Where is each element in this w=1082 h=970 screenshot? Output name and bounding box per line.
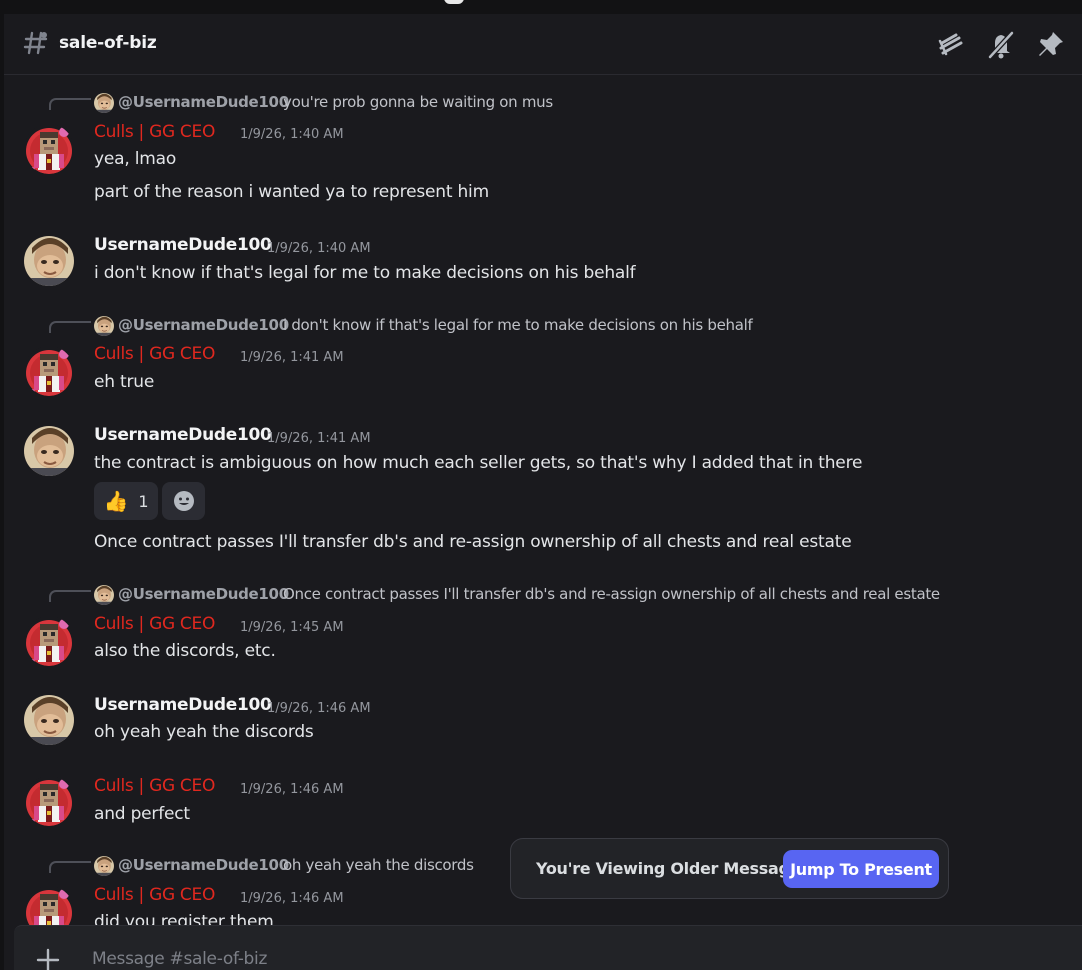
add-reaction-smiley-icon: [173, 491, 194, 511]
message-author[interactable]: Culls | GG CEO: [94, 122, 215, 142]
message-content: i don't know if that's legal for me to m…: [94, 263, 636, 283]
reply-spine: [49, 98, 91, 110]
avatar[interactable]: [24, 776, 74, 826]
message-timestamp: 1/9/26, 1:41 AM: [240, 350, 344, 365]
message-content: Once contract passes I'll transfer db's …: [94, 532, 852, 552]
message-input[interactable]: [92, 946, 692, 970]
avatar[interactable]: [24, 886, 74, 925]
reply-avatar: [94, 585, 114, 605]
reply-text[interactable]: you're prob gonna be waiting on mus: [283, 93, 553, 111]
reaction-count: 1: [138, 491, 149, 511]
reply-author[interactable]: @UsernameDude100: [118, 93, 289, 111]
add-attachment-plus-icon[interactable]: [36, 948, 60, 970]
message-timestamp: 1/9/26, 1:40 AM: [267, 241, 371, 256]
reply-spine: [49, 590, 91, 602]
older-messages-text: You're Viewing Older Messages: [536, 859, 810, 878]
window-grip: [444, 0, 464, 4]
reply-text[interactable]: i don't know if that's legal for me to m…: [283, 316, 753, 334]
avatar[interactable]: [24, 616, 74, 666]
message-timestamp: 1/9/26, 1:46 AM: [240, 782, 344, 797]
reply-text[interactable]: oh yeah yeah the discords: [283, 856, 474, 874]
reply-text[interactable]: Once contract passes I'll transfer db's …: [283, 585, 940, 603]
message-composer: [14, 925, 1082, 970]
message-content: did you register them: [94, 912, 274, 925]
reply-author[interactable]: @UsernameDude100: [118, 585, 289, 603]
message-author[interactable]: Culls | GG CEO: [94, 885, 215, 905]
message-content: and perfect: [94, 804, 190, 824]
message-author[interactable]: UsernameDude100: [94, 695, 272, 715]
message-content: oh yeah yeah the discords: [94, 722, 314, 742]
message-content: eh true: [94, 372, 155, 392]
message-content: the contract is ambiguous on how much ea…: [94, 453, 863, 473]
text-channel-hash-icon: [23, 31, 48, 55]
message-content: part of the reason i wanted ya to repres…: [94, 182, 489, 202]
message-timestamp: 1/9/26, 1:45 AM: [240, 620, 344, 635]
message-timestamp: 1/9/26, 1:40 AM: [240, 127, 344, 142]
message-timestamp: 1/9/26, 1:46 AM: [240, 891, 344, 906]
message-author[interactable]: Culls | GG CEO: [94, 776, 215, 796]
avatar[interactable]: [24, 695, 74, 745]
reply-spine: [49, 861, 91, 873]
thumbs-up-icon: 👍: [103, 489, 129, 513]
message-author[interactable]: Culls | GG CEO: [94, 344, 215, 364]
channel-header: sale-of-biz: [4, 14, 1082, 75]
mute-bell-icon[interactable]: [986, 29, 1016, 59]
message-author[interactable]: UsernameDude100: [94, 235, 272, 255]
reply-avatar: [94, 93, 114, 113]
message-list[interactable]: @UsernameDude100 you're prob gonna be wa…: [4, 76, 1082, 925]
threads-icon[interactable]: [936, 29, 966, 59]
channel-title: sale-of-biz: [59, 33, 157, 53]
message-content: yea, lmao: [94, 149, 177, 169]
message-timestamp: 1/9/26, 1:46 AM: [267, 701, 371, 716]
reply-author[interactable]: @UsernameDude100: [118, 316, 289, 334]
pin-icon[interactable]: [1036, 29, 1066, 59]
message-timestamp: 1/9/26, 1:41 AM: [267, 431, 371, 446]
reply-avatar: [94, 856, 114, 876]
older-messages-bar: You're Viewing Older Messages Jump To Pr…: [510, 838, 949, 899]
add-reaction-button[interactable]: [162, 482, 205, 520]
message-author[interactable]: Culls | GG CEO: [94, 614, 215, 634]
reply-spine: [49, 321, 91, 333]
reply-author[interactable]: @UsernameDude100: [118, 856, 289, 874]
avatar[interactable]: [24, 124, 74, 174]
reply-avatar: [94, 316, 114, 336]
jump-to-present-button[interactable]: Jump To Present: [783, 850, 939, 888]
message-author[interactable]: UsernameDude100: [94, 425, 272, 445]
reaction-thumbs-up[interactable]: 👍 1: [94, 482, 158, 520]
avatar[interactable]: [24, 346, 74, 396]
avatar[interactable]: [24, 236, 74, 286]
window-top-strip: [0, 0, 1082, 14]
message-content: also the discords, etc.: [94, 641, 276, 661]
avatar[interactable]: [24, 426, 74, 476]
